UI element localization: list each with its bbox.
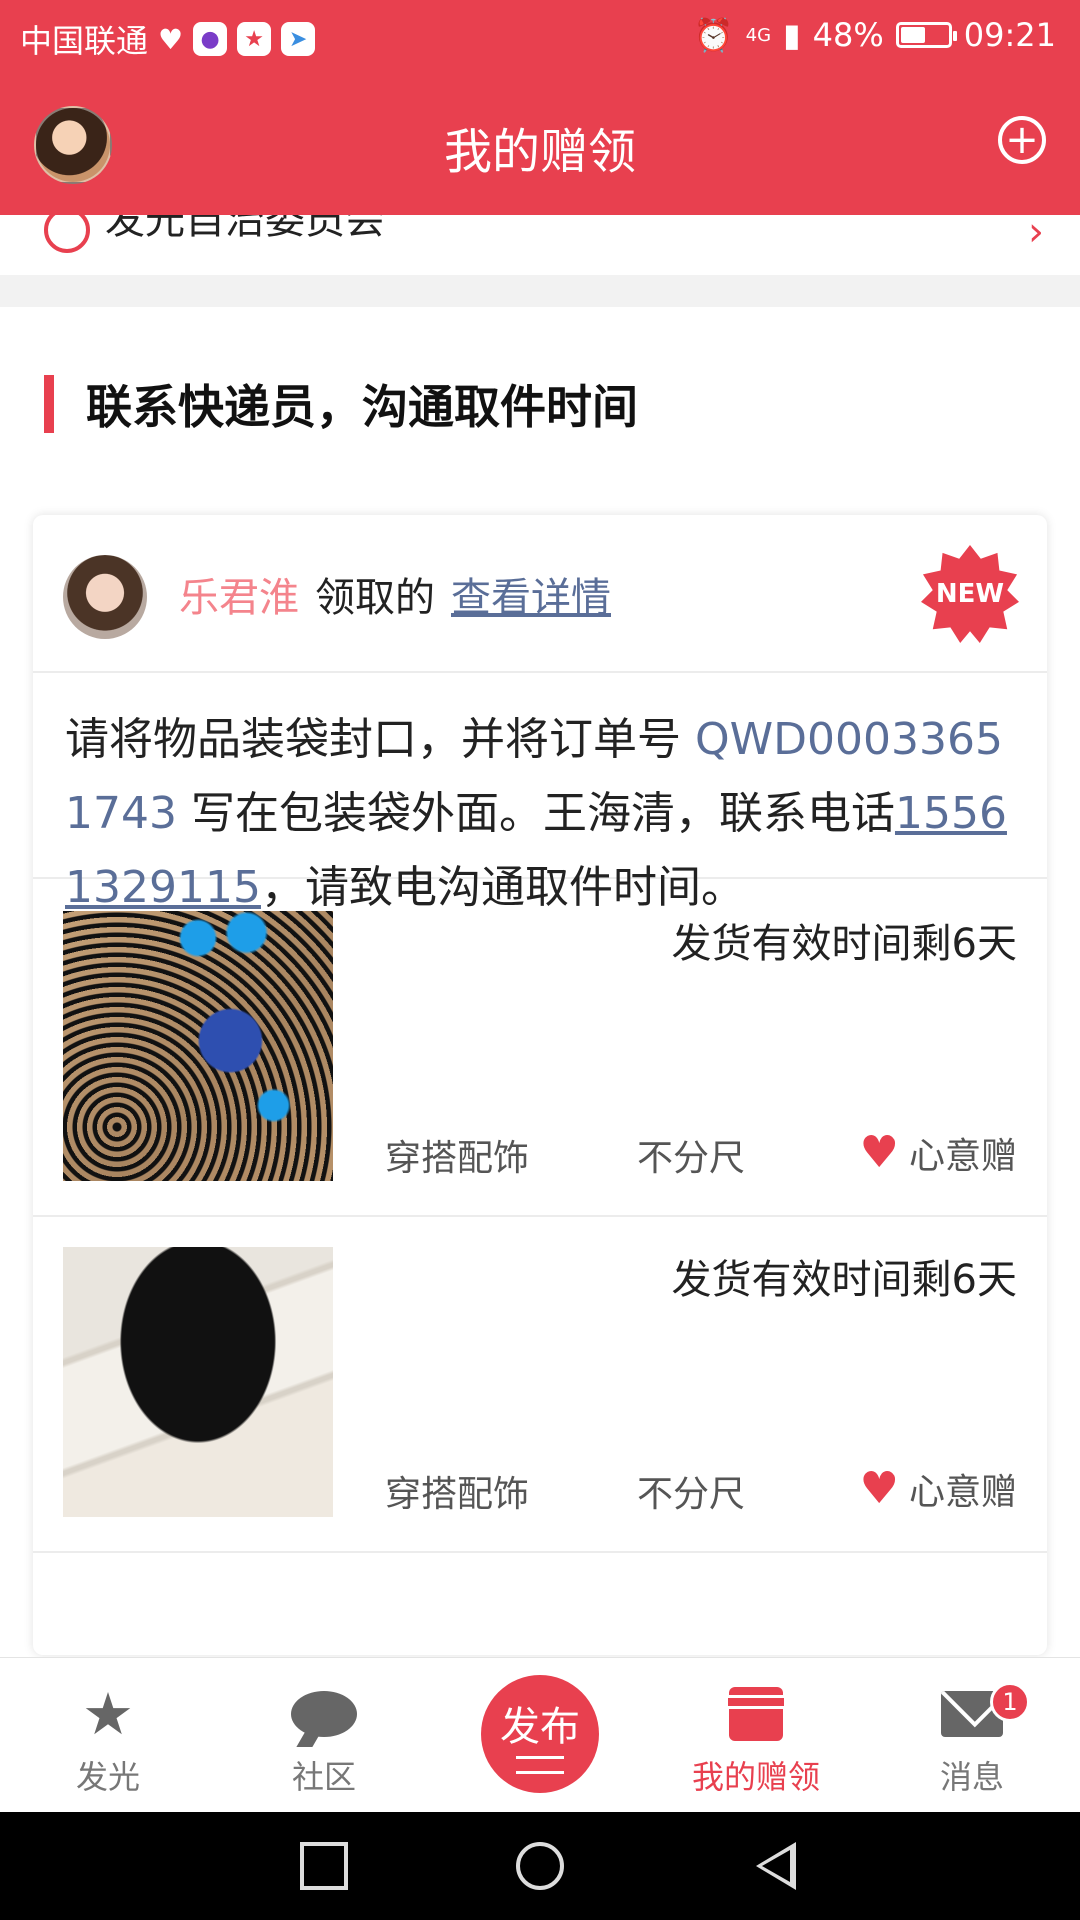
shipping-deadline: 发货有效时间剩6天 [671,921,1017,967]
system-navigation-bar [0,1812,1080,1920]
tab-messages[interactable]: 消息 1 [902,1658,1042,1813]
star-icon: ★ [82,1680,134,1748]
tab-community[interactable]: 社区 [254,1658,394,1813]
receiver-avatar[interactable] [63,555,147,639]
alarm-icon: ⏰ [693,16,734,54]
tab-label: 发光 [75,1758,140,1796]
page-title: 我的赠领 [443,124,636,180]
order-card: 乐君淮 领取的 查看详情 NEW 请将物品装袋封口，并将订单号 QWD00033… [33,515,1047,1655]
tab-label: 消息 [939,1758,1004,1796]
list-item[interactable]: 发货有效时间剩6天 穿搭配饰 不分尺 ♥ 心意赠 [33,881,1047,1217]
tab-my-gifts[interactable]: 我的赠领 [686,1658,826,1813]
heart-icon: ♥ [859,1463,899,1514]
carrier-label: 中国联通 [20,22,149,60]
shipping-instructions: 请将物品装袋封口，并将订单号 QWD00033651743 写在包装袋外面。王海… [33,673,1047,913]
list-item[interactable]: 发货有效时间剩6天 穿搭配饰 不分尺 ♥ 心意赠 [33,1217,1047,1553]
tab-label: 社区 [291,1758,356,1796]
battery-percent: 48% [812,16,884,54]
app-notification-icon: ★ [237,22,272,56]
chevron-right-icon: › [1028,209,1044,255]
gift-type: ♥ 心意赠 [860,1463,1017,1515]
back-button[interactable] [756,1842,796,1890]
tab-glow[interactable]: ★ 发光 [38,1658,178,1813]
item-category: 穿搭配饰 [385,1474,530,1515]
app-notification-icon: ➤ [281,22,316,56]
heart-icon: ♥ [859,1127,899,1178]
item-category: 穿搭配饰 [385,1138,530,1179]
battery-icon [895,22,957,48]
publish-button[interactable]: 发布 [481,1675,599,1793]
new-badge: NEW [921,545,1019,643]
publish-icon [516,1756,564,1774]
card-header: 乐君淮 领取的 查看详情 NEW [33,515,1047,673]
instruction-text: 写在包装袋外面。王海清，联系电话 [176,788,895,839]
navigation-bar: 我的赠领 + [0,72,1080,215]
status-bar: 中国联通 ♥ ● ★ ➤ ⏰ 4G ▮ 48% 09:21 [0,0,1080,72]
item-photo-necklace[interactable] [63,911,333,1181]
gift-type-label: 心意赠 [908,1472,1017,1513]
battery-fill [900,27,925,43]
gift-type-label: 心意赠 [908,1136,1017,1177]
action-text: 领取的 [315,575,435,621]
shipping-deadline: 发货有效时间剩6天 [671,1257,1017,1303]
health-app-icon: ♥ [158,22,184,56]
new-badge-label: NEW [935,579,1005,609]
item-size: 不分尺 [637,1474,746,1515]
signal-icon: ▮ [783,16,801,54]
tab-label: 我的赠领 [691,1758,820,1796]
app-notification-icon: ● [193,22,228,56]
clock: 09:21 [963,16,1056,54]
publish-label: 发布 [500,1704,580,1750]
pickup-section: 联系快递员，沟通取件时间 乐君淮 领取的 查看详情 NEW 请将物品装袋封口，并… [0,307,1080,1657]
section-header: 联系快递员，沟通取件时间 [44,373,638,435]
committee-row[interactable]: 发光自治委员会 › [0,197,1080,275]
item-size: 不分尺 [637,1138,746,1179]
receiver-name[interactable]: 乐君淮 [179,565,299,623]
gift-box-icon [725,1682,787,1746]
add-button[interactable]: + [998,116,1046,164]
bottom-tab-bar: ★ 发光 社区 发布 我的赠领 消息 1 [0,1657,1080,1813]
home-button[interactable] [516,1842,564,1890]
top-app-bar: 中国联通 ♥ ● ★ ➤ ⏰ 4G ▮ 48% 09:21 我的赠领 + [0,0,1080,215]
chat-bubble-icon [291,1682,357,1746]
network-type: 4G [745,24,772,46]
item-photo-beret[interactable] [63,1247,333,1517]
instruction-text: 请将物品装袋封口，并将订单号 [65,714,695,765]
section-accent-bar [44,375,54,433]
section-title: 联系快递员，沟通取件时间 [86,380,638,434]
plus-icon: + [1005,117,1039,163]
unread-badge: 1 [990,1682,1030,1722]
view-details-link[interactable]: 查看详情 [451,565,611,623]
gift-type: ♥ 心意赠 [860,1127,1017,1179]
recent-apps-button[interactable] [300,1842,348,1890]
